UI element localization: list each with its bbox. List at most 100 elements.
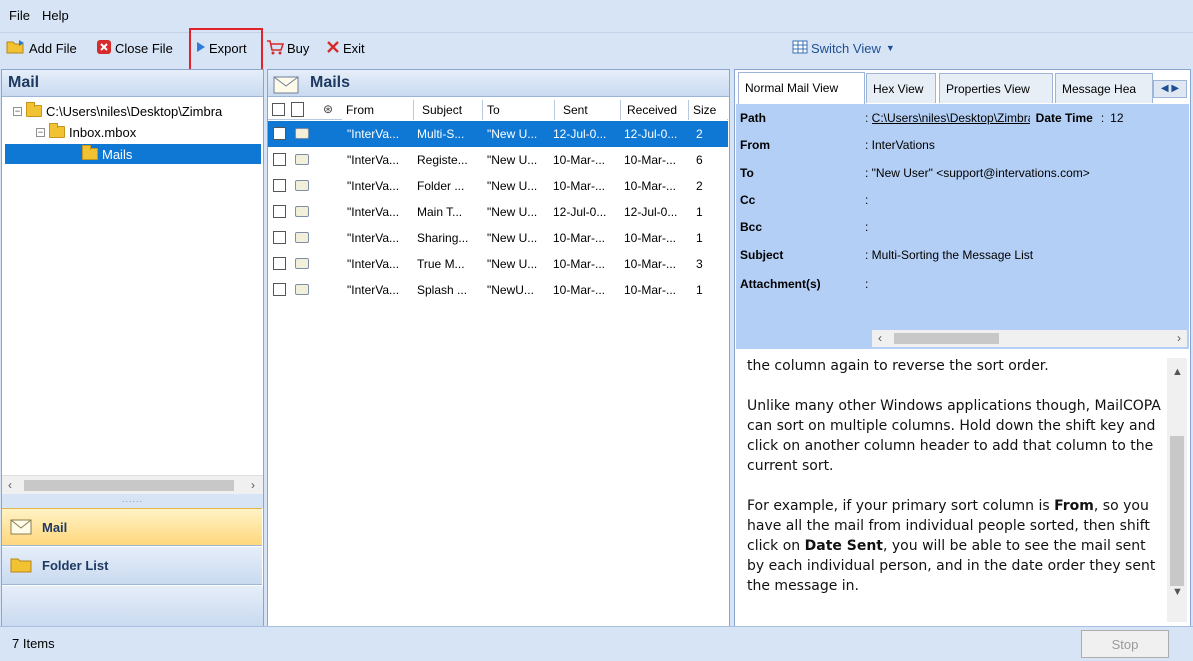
add-file-label: Add File [29, 40, 77, 56]
menu-help[interactable]: Help [42, 8, 69, 23]
cell-from: "InterVa... [347, 231, 400, 245]
toolbar: Add File Close File Export Buy Exit Swit… [0, 33, 1193, 64]
envelope-icon [295, 284, 309, 295]
path-label: Path [740, 111, 767, 125]
table-row[interactable]: "InterVa... True M... "New U... 10-Mar-.… [268, 251, 728, 277]
document-icon [291, 102, 304, 117]
prop-attachments: Attachment(s) : [740, 272, 868, 296]
collapse-icon[interactable]: − [36, 127, 45, 137]
table-row[interactable]: "InterVa... Folder ... "New U... 10-Mar-… [268, 173, 728, 199]
add-folder-icon [6, 39, 26, 58]
add-file-button[interactable]: Add File [6, 38, 77, 58]
arrow-left-icon[interactable]: ◀ [1161, 83, 1169, 94]
exit-button[interactable]: Exit [326, 38, 365, 58]
attachments-value: : [865, 277, 869, 291]
cell-to: "New U... [487, 153, 538, 167]
row-checkbox[interactable] [273, 231, 286, 244]
prop-to: To : "New User" <support@intervations.co… [740, 161, 1090, 185]
envelope-icon [295, 154, 309, 165]
col-sent[interactable]: Sent [555, 100, 621, 120]
col-from[interactable]: From [342, 100, 414, 120]
bcc-label: Bcc [740, 220, 763, 234]
table-row[interactable]: "InterVa... Main T... "New U... 12-Jul-0… [268, 199, 728, 225]
cell-to: "New U... [487, 257, 538, 271]
bcc-value: : [865, 220, 869, 234]
path-link[interactable]: C:\Users\niles\Desktop\Zimbra [872, 111, 1030, 125]
tab-scroll-arrows[interactable]: ◀ ▶ [1153, 80, 1187, 98]
scroll-left-icon[interactable]: ‹ [8, 478, 12, 492]
close-file-button[interactable]: Close File [96, 38, 173, 58]
row-checkbox[interactable] [273, 257, 286, 270]
body-v-scrollbar[interactable]: ▲ ▼ [1167, 358, 1187, 622]
cell-sent: 10-Mar-... [553, 283, 606, 297]
table-row[interactable]: "InterVa... Splash ... "NewU... 10-Mar-.… [268, 277, 728, 303]
tree-root[interactable]: − C:\Users\niles\Desktop\Zimbra [13, 101, 222, 121]
tree-mails[interactable]: Mails [82, 144, 132, 164]
close-icon [96, 39, 112, 58]
tab-normal-mail-view[interactable]: Normal Mail View [738, 72, 865, 104]
scroll-right-icon[interactable]: › [1177, 331, 1181, 345]
properties-h-scrollbar[interactable]: ‹ › [872, 330, 1187, 347]
prop-from: From : InterVations [740, 133, 935, 157]
row-checkbox[interactable] [273, 127, 286, 140]
scroll-thumb[interactable] [894, 333, 999, 344]
row-checkbox[interactable] [273, 205, 286, 218]
row-checkbox[interactable] [273, 153, 286, 166]
nav-folder-list[interactable]: Folder List [2, 547, 262, 585]
body-paragraph-1: Unlike many other Windows applications t… [747, 398, 1161, 474]
collapse-icon[interactable]: − [13, 106, 22, 116]
scroll-down-icon[interactable]: ▼ [1172, 586, 1183, 598]
left-h-scrollbar[interactable]: ‹ › [2, 475, 263, 494]
tree-inbox[interactable]: − Inbox.mbox [36, 122, 136, 142]
nav-mail[interactable]: Mail [2, 508, 262, 546]
table-row[interactable]: "InterVa... Registe... "New U... 10-Mar-… [268, 147, 728, 173]
scroll-left-icon[interactable]: ‹ [878, 331, 882, 345]
cell-from: "InterVa... [347, 153, 400, 167]
table-row[interactable]: "InterVa... Sharing... "New U... 10-Mar-… [268, 225, 728, 251]
cell-size: 1 [696, 231, 703, 245]
cell-to: "New U... [487, 205, 538, 219]
splitter-grip[interactable]: ...... [2, 494, 263, 508]
datetime-sep: : [1100, 111, 1105, 125]
cell-subject: Main T... [417, 205, 463, 219]
col-to[interactable]: To [483, 100, 555, 120]
cell-sent: 12-Jul-0... [553, 205, 607, 219]
select-all-checkbox[interactable] [272, 103, 285, 116]
scroll-thumb[interactable] [24, 480, 234, 491]
cell-received: 12-Jul-0... [624, 127, 678, 141]
cell-received: 12-Jul-0... [624, 205, 678, 219]
tab-properties-view[interactable]: Properties View [939, 73, 1053, 103]
export-highlight-box [189, 28, 263, 71]
mail-folder-icon [82, 145, 98, 160]
attachments-label: Attachment(s) [740, 277, 821, 291]
from-label: From [740, 138, 770, 152]
menu-file[interactable]: File [9, 8, 30, 23]
scroll-up-icon[interactable]: ▲ [1172, 366, 1183, 378]
cell-received: 10-Mar-... [624, 179, 677, 193]
middle-pane-title: Mails [268, 70, 729, 97]
col-size[interactable]: Size [689, 100, 727, 120]
col-received[interactable]: Received [621, 100, 689, 120]
scroll-right-icon[interactable]: › [251, 478, 255, 492]
row-checkbox[interactable] [273, 283, 286, 296]
switch-view-button[interactable]: Switch View ▼ [792, 38, 895, 58]
tab-message-header[interactable]: Message Hea [1055, 73, 1153, 103]
menu-bar: File Help [0, 0, 1193, 33]
col-subject[interactable]: Subject [414, 100, 483, 120]
cell-from: "InterVa... [347, 179, 400, 193]
arrow-right-icon[interactable]: ▶ [1171, 83, 1179, 94]
cell-size: 1 [696, 283, 703, 297]
row-checkbox[interactable] [273, 179, 286, 192]
prop-subject: Subject : Multi-Sorting the Message List [740, 243, 1033, 267]
tab-hex-view[interactable]: Hex View [866, 73, 936, 103]
scroll-thumb[interactable] [1170, 436, 1184, 586]
buy-button[interactable]: Buy [266, 38, 309, 58]
cell-size: 1 [696, 205, 703, 219]
envelope-icon [295, 232, 309, 243]
cc-label: Cc [740, 193, 756, 207]
mail-envelope-icon [10, 517, 32, 538]
stop-button[interactable]: Stop [1081, 630, 1169, 658]
nav-empty-area [2, 586, 263, 626]
table-row[interactable]: "InterVa... Multi-S... "New U... 12-Jul-… [268, 121, 728, 147]
attachment-icon: ⊛ [323, 102, 334, 116]
